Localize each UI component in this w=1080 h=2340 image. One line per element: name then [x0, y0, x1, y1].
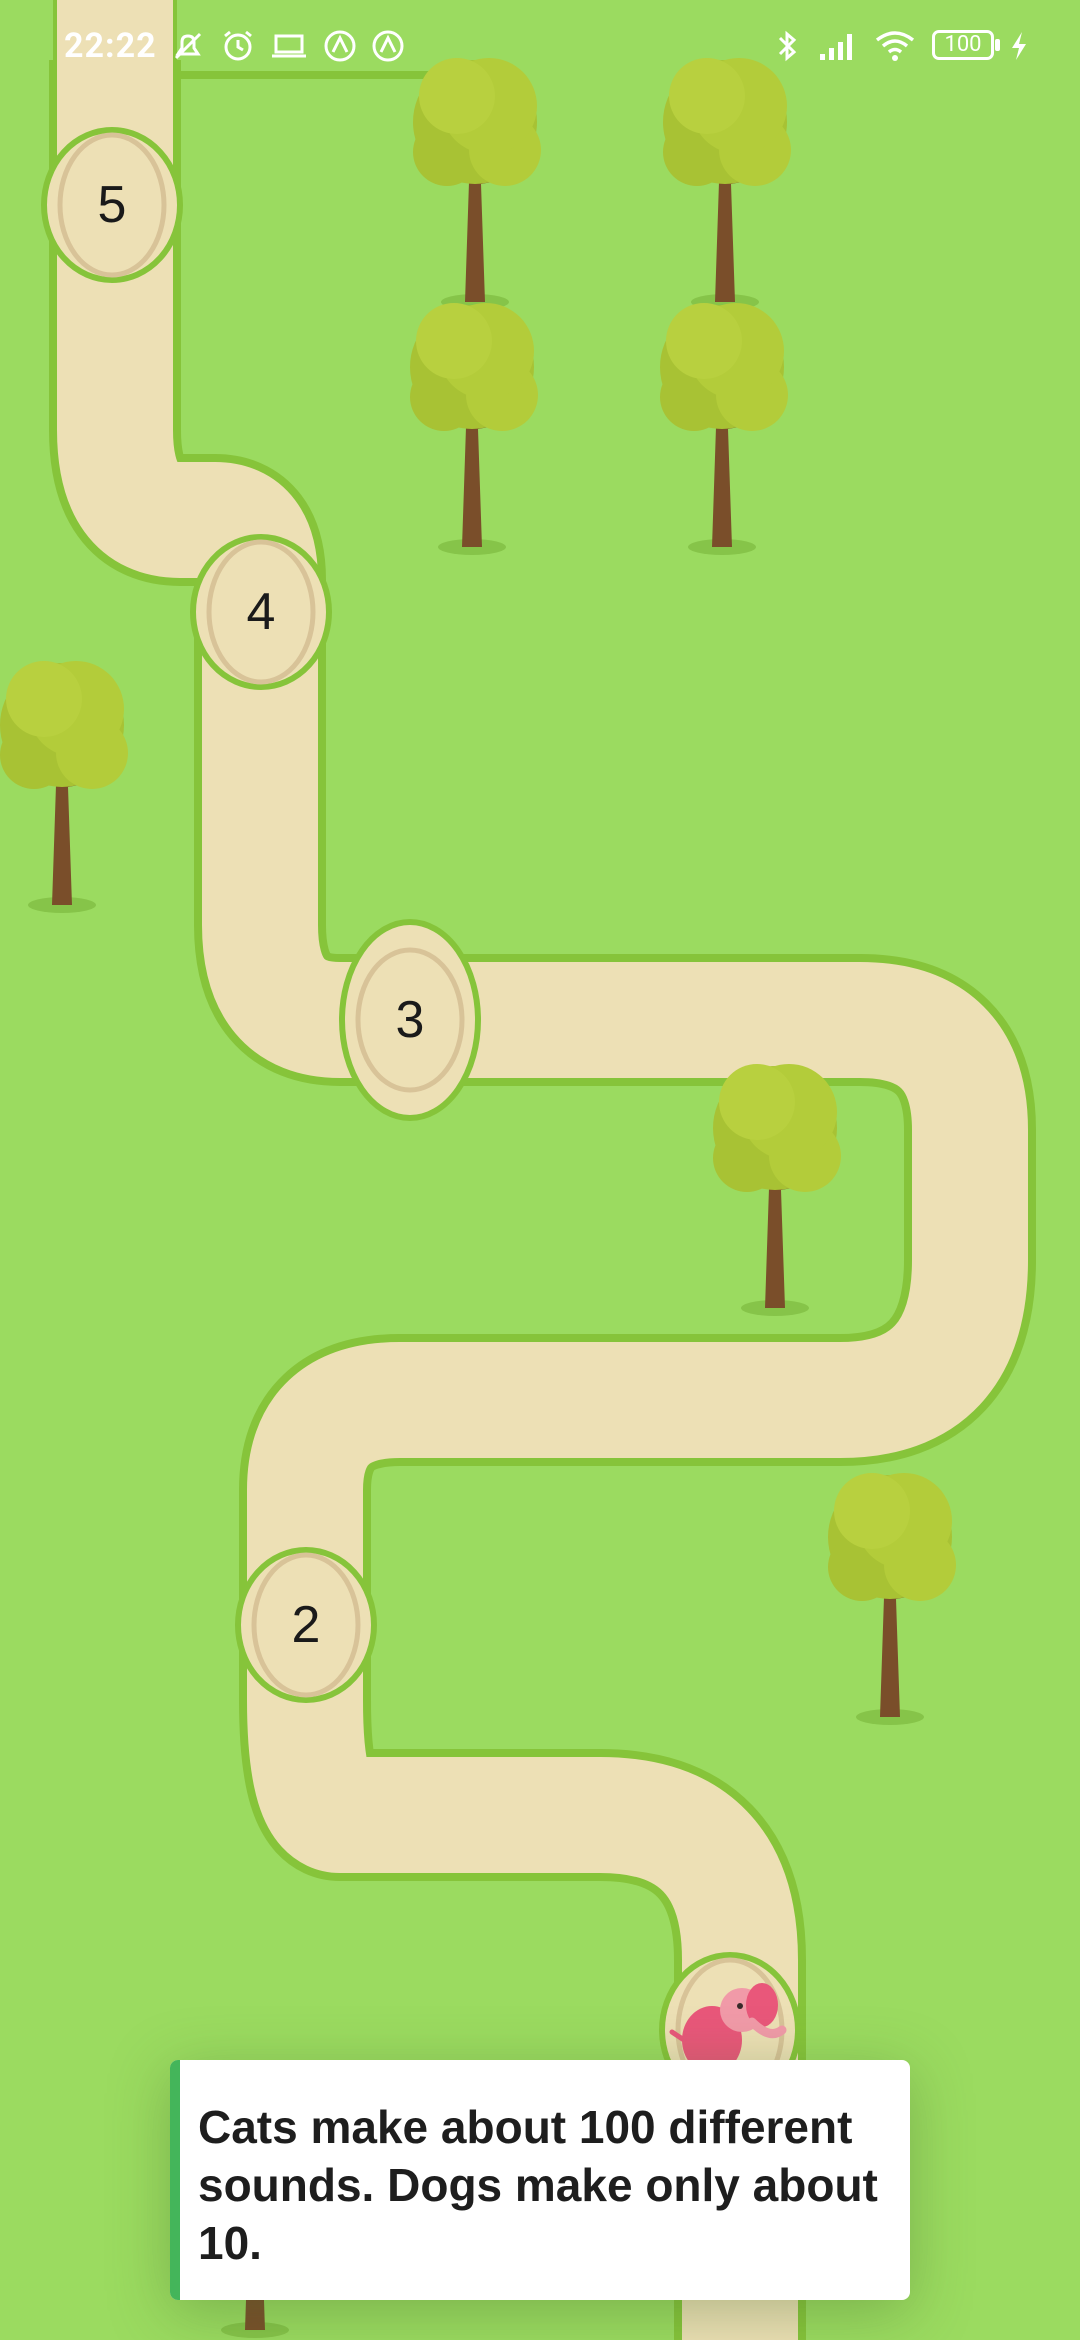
- tree: [713, 1064, 841, 1316]
- signal-icon: [820, 34, 852, 60]
- level-number: 2: [292, 1596, 321, 1654]
- level-node-5[interactable]: 5: [41, 127, 183, 283]
- tree: [660, 303, 788, 555]
- level-number: 5: [98, 176, 127, 234]
- level-number: 4: [247, 583, 276, 641]
- fact-card: Cats make about 100 different sounds. Do…: [170, 2060, 910, 2300]
- wifi-icon: [875, 31, 915, 61]
- battery-icon: 100: [932, 30, 994, 60]
- fact-card-accent: [170, 2060, 180, 2300]
- mute-icon: [174, 32, 202, 60]
- app-icon: [372, 30, 404, 62]
- level-number: 3: [396, 991, 425, 1049]
- level-node-2[interactable]: 2: [235, 1547, 377, 1703]
- battery-level: 100: [944, 32, 982, 57]
- status-bar: 22:22 100: [0, 0, 1080, 96]
- laptop-icon: [272, 34, 306, 58]
- fact-text: Cats make about 100 different sounds. Do…: [198, 2101, 878, 2269]
- battery-tip: [995, 39, 1000, 51]
- path-border: [49, 14, 1036, 2340]
- status-time: 22:22: [64, 26, 157, 66]
- alarm-icon: [224, 30, 252, 61]
- tree: [828, 1473, 956, 1725]
- bluetooth-icon: [778, 30, 797, 62]
- tree: [410, 303, 538, 555]
- level-node-4[interactable]: 4: [190, 534, 332, 690]
- app-icon: [324, 30, 356, 62]
- path-fill: [57, 22, 1028, 2340]
- tree: [0, 661, 128, 913]
- level-node-3[interactable]: 3: [339, 919, 481, 1121]
- charging-icon: [1012, 32, 1026, 60]
- level-map: 5 4 3 2: [0, 0, 1036, 2340]
